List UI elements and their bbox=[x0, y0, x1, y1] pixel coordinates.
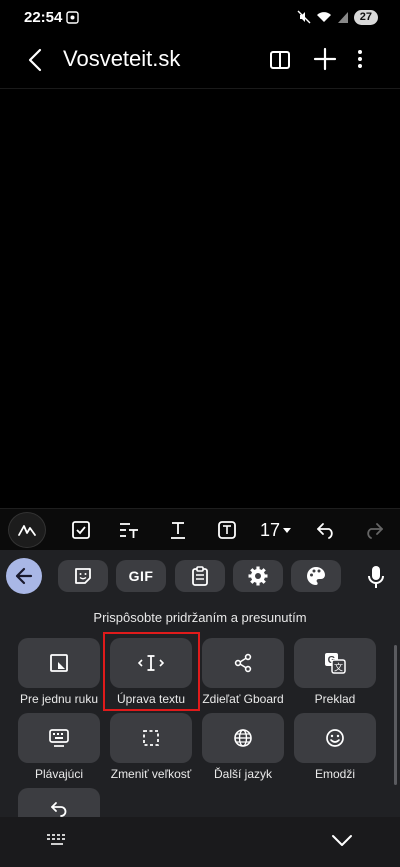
back-arrow-icon bbox=[15, 567, 33, 585]
clipboard-button[interactable] bbox=[175, 560, 225, 592]
page-title: Vosveteit.sk bbox=[63, 46, 181, 71]
tile-floating[interactable] bbox=[18, 713, 100, 763]
one-hand-icon bbox=[50, 654, 68, 672]
keyboard-switch-icon[interactable] bbox=[46, 833, 68, 849]
tile-share-gboard[interactable] bbox=[202, 638, 284, 688]
clipboard-icon bbox=[192, 566, 208, 586]
tile-one-hand[interactable] bbox=[18, 638, 100, 688]
keyboard-nav-bar bbox=[0, 817, 400, 867]
translate-icon: G 文 bbox=[325, 653, 346, 674]
tile-label-other-language: Ďalší jazyk bbox=[213, 767, 272, 781]
book-icon[interactable] bbox=[268, 48, 292, 72]
mic-icon bbox=[368, 566, 384, 588]
undo-icon bbox=[317, 523, 333, 539]
floating-keyboard-icon bbox=[49, 729, 69, 747]
note-editor[interactable] bbox=[0, 89, 400, 507]
tile-label-one-hand: Pre jednu ruku bbox=[19, 692, 99, 706]
text-box-icon bbox=[218, 521, 236, 539]
signal-icon bbox=[337, 12, 348, 23]
svg-text:文: 文 bbox=[334, 662, 343, 674]
redo-icon bbox=[367, 523, 383, 539]
scrollbar[interactable] bbox=[394, 645, 397, 785]
customize-hint: Prispôsobte pridržaním a presunutím bbox=[93, 610, 307, 625]
back-arrow-icon[interactable] bbox=[22, 46, 50, 74]
resize-icon bbox=[143, 730, 159, 746]
gif-button[interactable]: GIF bbox=[116, 560, 166, 592]
mute-icon bbox=[297, 10, 311, 24]
undo-button[interactable] bbox=[312, 516, 340, 544]
voice-input-button[interactable] bbox=[360, 561, 392, 593]
battery-icon: 27 bbox=[353, 9, 378, 25]
app-bar: Vosveteit.sk bbox=[0, 34, 400, 86]
globe-icon bbox=[234, 729, 252, 747]
settings-icon bbox=[248, 566, 268, 586]
pen-icon bbox=[18, 525, 36, 536]
undo-icon bbox=[51, 802, 67, 817]
sticker-button[interactable] bbox=[58, 560, 108, 592]
dropdown-triangle-icon bbox=[283, 528, 292, 533]
text-style-button[interactable] bbox=[114, 516, 144, 544]
emoji-icon bbox=[326, 729, 344, 747]
wifi-icon bbox=[316, 12, 331, 22]
keyboard-toolbar: GIF bbox=[0, 553, 400, 599]
text-underline-button[interactable] bbox=[163, 516, 193, 544]
redo-button[interactable] bbox=[360, 516, 388, 544]
font-size-value: 17 bbox=[259, 519, 281, 540]
status-bar: 22:54 27 bbox=[0, 0, 400, 34]
tile-label-emoji: Emodži bbox=[314, 767, 355, 781]
tile-translate[interactable]: G 文 bbox=[294, 638, 376, 688]
keyboard-back-button[interactable] bbox=[6, 558, 42, 594]
chevron-down-icon[interactable] bbox=[330, 831, 354, 851]
text-underline-icon bbox=[171, 522, 185, 539]
format-toolbar: 17 bbox=[0, 508, 400, 550]
tile-label-share-gboard: Zdieľať Gboard bbox=[202, 692, 284, 706]
text-box-button[interactable] bbox=[212, 516, 242, 544]
checkbox-button[interactable] bbox=[66, 516, 96, 544]
pen-button[interactable] bbox=[8, 512, 46, 548]
status-icons: 27 bbox=[297, 9, 378, 25]
tile-resize[interactable] bbox=[110, 713, 192, 763]
tile-label-translate: Preklad bbox=[314, 692, 356, 706]
more-vert-icon[interactable] bbox=[352, 46, 368, 72]
tile-undo[interactable] bbox=[18, 788, 100, 818]
font-size-select[interactable]: 17 bbox=[258, 516, 294, 544]
tile-label-resize: Zmeniť veľkosť bbox=[110, 767, 192, 781]
tile-other-language[interactable] bbox=[202, 713, 284, 763]
plus-icon[interactable] bbox=[312, 46, 338, 72]
tile-label-floating: Plávajúci bbox=[34, 767, 84, 781]
highlight-box bbox=[103, 632, 200, 711]
theme-button[interactable] bbox=[291, 560, 341, 592]
share-icon bbox=[234, 653, 252, 673]
palette-icon bbox=[307, 567, 325, 585]
sticker-icon bbox=[75, 568, 91, 584]
settings-button[interactable] bbox=[233, 560, 283, 592]
screen-recorder-icon bbox=[66, 11, 79, 24]
gif-icon: GIF bbox=[128, 568, 154, 584]
checkbox-icon bbox=[72, 521, 90, 539]
text-style-icon bbox=[120, 523, 138, 538]
tile-emoji[interactable] bbox=[294, 713, 376, 763]
status-time: 22:54 bbox=[24, 9, 63, 26]
